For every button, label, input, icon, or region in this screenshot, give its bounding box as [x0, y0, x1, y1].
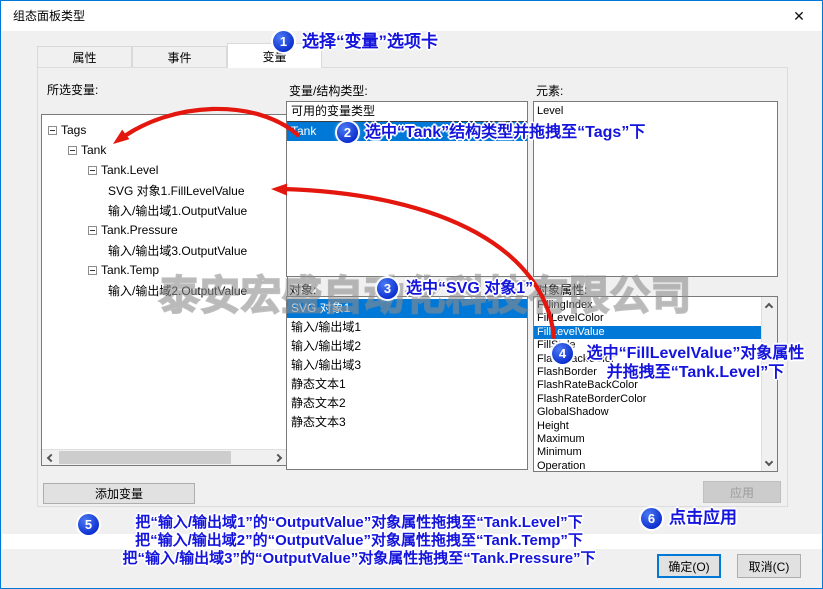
- step-4-line-1: 选中“FillLevelValue”对象属性: [573, 344, 818, 363]
- tree-node[interactable]: Tags: [42, 120, 287, 140]
- object-list-item[interactable]: 输入/输出域1: [287, 318, 527, 337]
- object-list-item[interactable]: 输入/输出域2: [287, 337, 527, 356]
- property-list-item[interactable]: Maximum: [534, 433, 761, 446]
- type-list-label: 变量/结构类型:: [289, 82, 368, 99]
- tree-node[interactable]: Tank.Level: [42, 160, 287, 180]
- collapse-icon[interactable]: [68, 146, 77, 155]
- step-4-note: 选中“FillLevelValue”对象属性 并拖拽至“Tank.Level”下: [573, 344, 818, 382]
- scroll-down-icon[interactable]: [761, 455, 777, 471]
- element-list-item[interactable]: Level: [534, 104, 777, 119]
- ok-button[interactable]: 确定(O): [657, 554, 721, 578]
- object-list-item[interactable]: 静态文本2: [287, 394, 527, 413]
- tree-node-label: 输入/输出域2.OutputValue: [108, 282, 247, 299]
- collapse-icon[interactable]: [88, 266, 97, 275]
- property-list-item[interactable]: Height: [534, 420, 761, 433]
- collapse-icon[interactable]: [88, 226, 97, 235]
- tree-node-label: 输入/输出域3.OutputValue: [108, 242, 247, 259]
- scroll-right-icon[interactable]: [271, 450, 287, 466]
- collapse-icon[interactable]: [88, 166, 97, 175]
- step-6-note: 点击应用: [669, 508, 737, 527]
- tree-node[interactable]: Tank: [42, 140, 287, 160]
- type-list-item[interactable]: 可用的变量类型: [287, 102, 527, 122]
- apply-button[interactable]: 应用: [703, 481, 781, 503]
- step-1-badge: 1: [273, 31, 294, 52]
- property-list-item[interactable]: Minimum: [534, 446, 761, 459]
- collapse-icon[interactable]: [48, 126, 57, 135]
- step-3-note: 选中“SVG 对象1”: [406, 279, 533, 298]
- tree-node-label: Tags: [61, 123, 86, 137]
- property-list-item[interactable]: GlobalShadow: [534, 406, 761, 419]
- object-list-item[interactable]: 输入/输出域3: [287, 356, 527, 375]
- property-list[interactable]: FillingIndexFillLevelColorFillLevelValue…: [533, 296, 778, 472]
- tree-node-label: SVG 对象1.FillLevelValue: [108, 182, 245, 199]
- tree-node[interactable]: 输入/输出域3.OutputValue: [42, 240, 287, 260]
- property-list-item[interactable]: FillLevelValue: [534, 326, 761, 339]
- tree-node[interactable]: SVG 对象1.FillLevelValue: [42, 180, 287, 200]
- step-4-line-2: 并拖拽至“Tank.Level”下: [573, 363, 818, 382]
- add-variable-button[interactable]: 添加变量: [43, 483, 195, 504]
- property-list-item[interactable]: Operation: [534, 460, 761, 472]
- step-3-badge: 3: [377, 278, 398, 299]
- step-2-badge: 2: [337, 122, 358, 143]
- step-5-note: 把“输入/输出域1”的“OutputValue”对象属性拖拽至“Tank.Lev…: [99, 514, 619, 568]
- tree-horizontal-scrollbar[interactable]: [42, 449, 287, 465]
- tree-node[interactable]: 输入/输出域2.OutputValue: [42, 280, 287, 300]
- property-list-item[interactable]: FlashRateBorderColor: [534, 393, 761, 406]
- tab-properties[interactable]: 属性: [37, 46, 132, 68]
- object-list[interactable]: SVG 对象1输入/输出域1输入/输出域2输入/输出域3静态文本1静态文本2静态…: [286, 296, 528, 470]
- selected-variables-label: 所选变量:: [47, 81, 98, 98]
- property-list-item[interactable]: FillingIndex: [534, 299, 761, 312]
- close-icon[interactable]: ✕: [782, 1, 816, 31]
- title-bar: 组态面板类型 ✕: [1, 1, 822, 31]
- config-panel-type-dialog: 组态面板类型 ✕ 属性 事件 变量 所选变量: 变量/结构类型: 元素: 对象:…: [0, 0, 823, 589]
- tree-node[interactable]: Tank.Temp: [42, 260, 287, 280]
- dialog-title: 组态面板类型: [13, 1, 85, 31]
- scroll-up-icon[interactable]: [761, 297, 777, 313]
- tree-node[interactable]: 输入/输出域1.OutputValue: [42, 200, 287, 220]
- tree-node-label: Tank.Level: [101, 163, 158, 177]
- step-5-line-2: 把“输入/输出域2”的“OutputValue”对象属性拖拽至“Tank.Tem…: [99, 532, 619, 550]
- tree-node-label: 输入/输出域1.OutputValue: [108, 202, 247, 219]
- step-5-line-1: 把“输入/输出域1”的“OutputValue”对象属性拖拽至“Tank.Lev…: [99, 514, 619, 532]
- tree-node-label: Tank.Temp: [101, 263, 159, 277]
- tab-events[interactable]: 事件: [132, 46, 227, 68]
- scroll-left-icon[interactable]: [42, 450, 58, 466]
- step-5-badge: 5: [78, 514, 99, 535]
- property-vertical-scrollbar[interactable]: [761, 297, 777, 471]
- object-list-item[interactable]: SVG 对象1: [287, 299, 527, 318]
- tree-node-label: Tank: [81, 143, 106, 157]
- object-list-item[interactable]: 静态文本1: [287, 375, 527, 394]
- step-2-note: 选中“Tank”结构类型并拖拽至“Tags”下: [365, 123, 645, 142]
- selected-variables-tree[interactable]: Tags Tank Tank.Level SVG 对象1.FillLevelVa…: [41, 114, 288, 466]
- scrollbar-thumb[interactable]: [59, 451, 231, 464]
- tree-node[interactable]: Tank.Pressure: [42, 220, 287, 240]
- step-6-badge: 6: [641, 508, 662, 529]
- property-list-item[interactable]: FillLevelColor: [534, 312, 761, 325]
- step-4-badge: 4: [552, 343, 573, 364]
- tree-node-label: Tank.Pressure: [101, 223, 178, 237]
- element-list-label: 元素:: [536, 82, 563, 99]
- object-list-item[interactable]: 静态文本3: [287, 413, 527, 432]
- cancel-button[interactable]: 取消(C): [737, 554, 801, 578]
- step-5-line-3: 把“输入/输出域3”的“OutputValue”对象属性拖拽至“Tank.Pre…: [99, 550, 619, 568]
- step-1-note: 选择“变量”选项卡: [302, 32, 438, 51]
